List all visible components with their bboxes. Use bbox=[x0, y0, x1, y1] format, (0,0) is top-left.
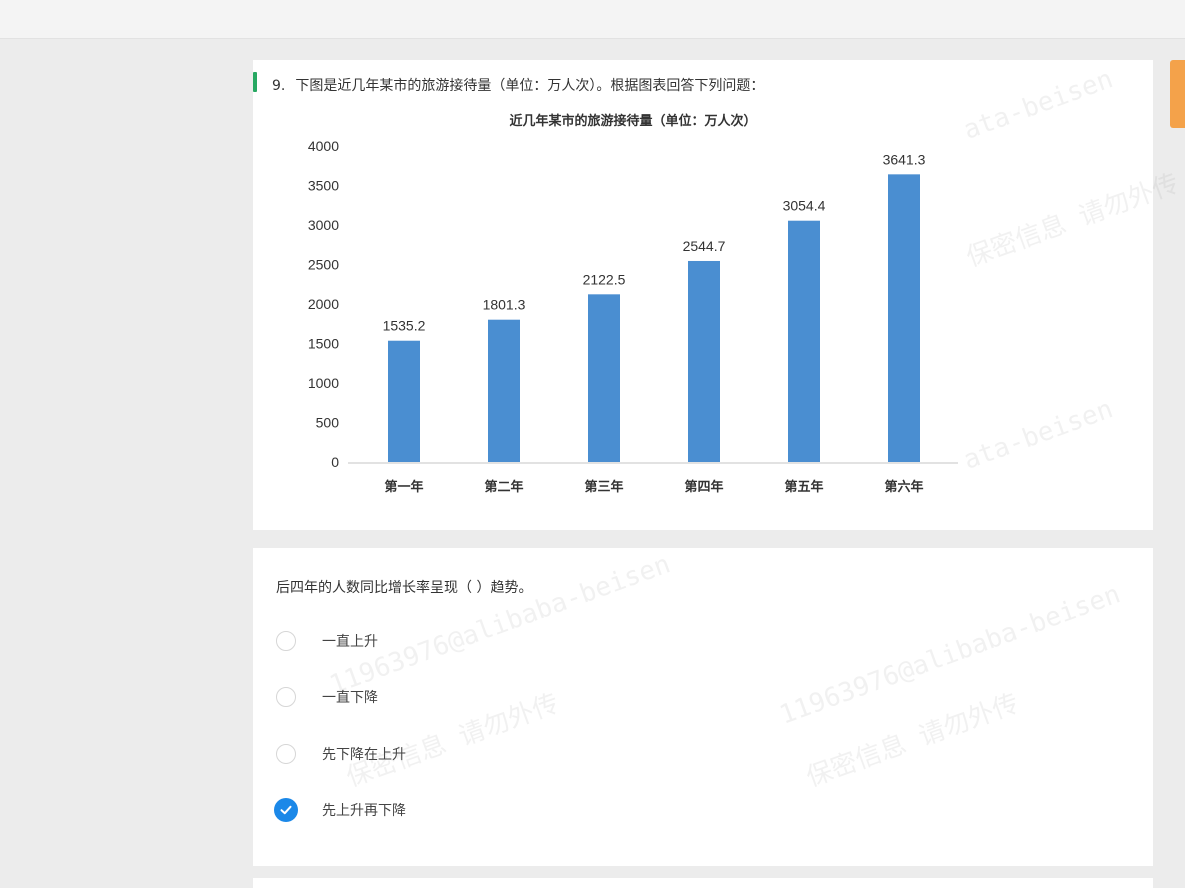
y-tick-label: 2000 bbox=[308, 296, 339, 312]
y-tick-label: 1500 bbox=[308, 336, 339, 352]
data-label: 2122.5 bbox=[583, 271, 626, 287]
bar bbox=[488, 319, 520, 462]
y-tick-label: 0 bbox=[331, 454, 339, 470]
question-number: 9. bbox=[272, 78, 286, 94]
bar bbox=[588, 294, 620, 462]
data-label: 1801.3 bbox=[483, 297, 526, 313]
radio-unchecked-icon[interactable] bbox=[276, 744, 296, 764]
bar bbox=[888, 174, 920, 462]
bar-chart: 近几年某市的旅游接待量（单位：万人次） 0 500 1000 1500 2000 2500 3… bbox=[308, 113, 958, 494]
data-label: 3054.4 bbox=[783, 198, 826, 214]
x-tick-label: 第一年 bbox=[384, 479, 423, 494]
question-stem: 后四年的人数同比增长率呈现（ ）趋势。 bbox=[276, 580, 533, 596]
x-tick-label: 第四年 bbox=[684, 479, 723, 494]
question-title: 9. 下图是近几年某市的旅游接待量（单位：万人次）。根据图表回答下列问题： bbox=[272, 76, 764, 96]
question-accent-bar bbox=[253, 72, 257, 92]
option-3[interactable]: 先下降在上升 bbox=[276, 740, 406, 768]
radio-unchecked-icon[interactable] bbox=[276, 687, 296, 707]
x-tick-label: 第二年 bbox=[484, 479, 523, 494]
check-icon bbox=[280, 805, 292, 815]
side-tab[interactable] bbox=[1170, 60, 1185, 128]
data-label: 2544.7 bbox=[683, 238, 726, 254]
question-text: 下图是近几年某市的旅游接待量（单位：万人次）。根据图表回答下列问题： bbox=[295, 78, 765, 94]
next-card-edge bbox=[253, 878, 1153, 888]
y-tick-label: 4000 bbox=[308, 138, 339, 154]
option-label: 先下降在上升 bbox=[322, 747, 406, 763]
top-bar bbox=[0, 0, 1185, 39]
y-tick-label: 500 bbox=[316, 415, 340, 431]
bar bbox=[788, 220, 820, 462]
x-tick-label: 第五年 bbox=[784, 479, 823, 494]
x-tick-label: 第六年 bbox=[884, 479, 923, 494]
bar bbox=[688, 260, 720, 462]
option-4[interactable]: 先上升再下降 bbox=[274, 796, 406, 824]
option-label: 先上升再下降 bbox=[322, 803, 406, 819]
y-tick-label: 1000 bbox=[308, 375, 339, 391]
radio-unchecked-icon[interactable] bbox=[276, 631, 296, 651]
x-tick-label: 第三年 bbox=[584, 479, 623, 494]
option-1[interactable]: 一直上升 bbox=[276, 627, 378, 655]
option-label: 一直下降 bbox=[322, 690, 378, 706]
data-label: 3641.3 bbox=[883, 151, 926, 167]
option-label: 一直上升 bbox=[322, 634, 378, 650]
y-tick-label: 2500 bbox=[308, 257, 339, 273]
y-tick-label: 3000 bbox=[308, 217, 339, 233]
data-label: 1535.2 bbox=[383, 318, 426, 334]
radio-checked[interactable] bbox=[274, 798, 298, 822]
chart-title: 近几年某市的旅游接待量（单位：万人次） bbox=[509, 113, 756, 128]
bar bbox=[388, 340, 420, 462]
y-tick-label: 3500 bbox=[308, 178, 339, 194]
option-2[interactable]: 一直下降 bbox=[276, 683, 378, 711]
